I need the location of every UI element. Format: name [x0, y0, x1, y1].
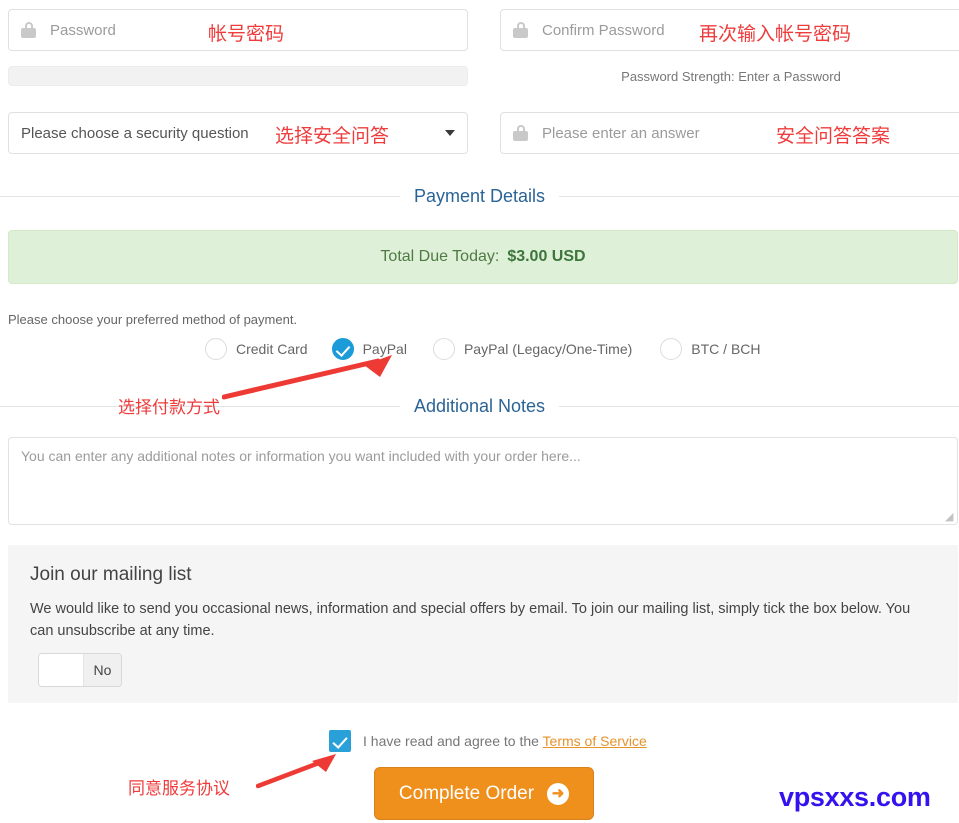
payment-method-paypal[interactable]: PayPal	[331, 338, 407, 360]
annotation-password: 帐号密码	[208, 24, 285, 45]
annotation-arrow-payment	[222, 355, 392, 400]
terms-of-service-link[interactable]: Terms of Service	[543, 733, 647, 749]
annotation-arrow-terms	[256, 754, 336, 789]
password-strength-bar	[8, 66, 468, 86]
mailing-list-heading: Join our mailing list	[30, 564, 192, 585]
payment-method-label: BTC / BCH	[691, 341, 761, 357]
mailing-list-panel: Join our mailing list We would like to s…	[8, 545, 958, 703]
security-answer-placeholder: Please enter an answer	[542, 124, 700, 142]
payment-method-label: PayPal (Legacy/One-Time)	[463, 341, 633, 357]
annotation-security-question: 选择安全问答	[275, 126, 390, 147]
resize-grip-icon[interactable]: ◢	[945, 512, 955, 523]
confirm-password-placeholder: Confirm Password	[542, 21, 665, 39]
payment-method-label: PayPal	[362, 341, 407, 357]
payment-method-credit-card[interactable]: Credit Card	[205, 338, 308, 360]
total-due-amount: $3.00 USD	[507, 248, 586, 265]
lock-icon	[21, 22, 36, 38]
payment-method-label: Credit Card	[236, 341, 308, 357]
terms-agreement-row[interactable]: I have read and agree to the Terms of Se…	[329, 730, 647, 752]
additional-notes-placeholder: You can enter any additional notes or in…	[21, 448, 581, 464]
arrow-right-icon: ➜	[547, 782, 570, 805]
divider-right	[559, 196, 959, 197]
radio-icon[interactable]	[432, 338, 455, 360]
terms-checkbox[interactable]	[329, 730, 351, 752]
radio-icon[interactable]	[660, 338, 683, 360]
security-question-value: Please choose a security question	[21, 124, 249, 142]
total-due-label: Total Due Today:	[380, 248, 500, 265]
payment-details-section-header: Payment Details	[0, 186, 959, 207]
payment-details-title: Payment Details	[413, 186, 546, 206]
total-due-box: Total Due Today: $3.00 USD	[8, 230, 958, 284]
annotation-agree-terms: 同意服务协议	[128, 779, 230, 798]
additional-notes-textarea[interactable]: You can enter any additional notes or in…	[8, 437, 958, 525]
annotation-security-answer: 安全问答答案	[776, 126, 891, 147]
complete-order-button[interactable]: Complete Order ➜	[374, 767, 594, 820]
lock-icon	[513, 22, 528, 38]
toggle-knob[interactable]	[39, 654, 84, 686]
chevron-down-icon	[445, 130, 455, 136]
password-placeholder: Password	[50, 21, 116, 39]
payment-method-prompt: Please choose your preferred method of p…	[8, 312, 298, 327]
toggle-value: No	[84, 654, 121, 686]
annotation-confirm-password: 再次输入帐号密码	[699, 24, 852, 45]
payment-method-btc-bch[interactable]: BTC / BCH	[660, 338, 761, 360]
lock-icon	[513, 125, 528, 141]
mailing-list-toggle[interactable]: No	[38, 653, 122, 687]
payment-method-paypal-legacy[interactable]: PayPal (Legacy/One-Time)	[432, 338, 633, 360]
password-strength-text: Password Strength: Enter a Password	[621, 69, 841, 84]
watermark: vpsxxs.com	[779, 782, 931, 812]
security-answer-field[interactable]: Please enter an answer	[500, 112, 959, 154]
divider-right	[559, 406, 959, 407]
mailing-list-body: We would like to send you occasional new…	[30, 601, 911, 640]
security-question-select[interactable]: Please choose a security question	[8, 112, 468, 154]
annotation-payment-method: 选择付款方式	[118, 398, 220, 417]
payment-method-radio-group: Credit Card PayPal PayPal (Legacy/One-Ti…	[205, 338, 761, 360]
additional-notes-title: Additional Notes	[413, 396, 546, 416]
radio-icon[interactable]	[205, 338, 227, 360]
radio-checked-icon[interactable]	[331, 338, 354, 360]
terms-text: I have read and agree to the Terms of Se…	[363, 733, 647, 749]
terms-label: I have read and agree to the	[363, 733, 543, 749]
complete-order-label: Complete Order	[398, 782, 535, 804]
order-form-page: Password Confirm Password Password Stren…	[0, 0, 959, 823]
divider-left	[0, 196, 400, 197]
